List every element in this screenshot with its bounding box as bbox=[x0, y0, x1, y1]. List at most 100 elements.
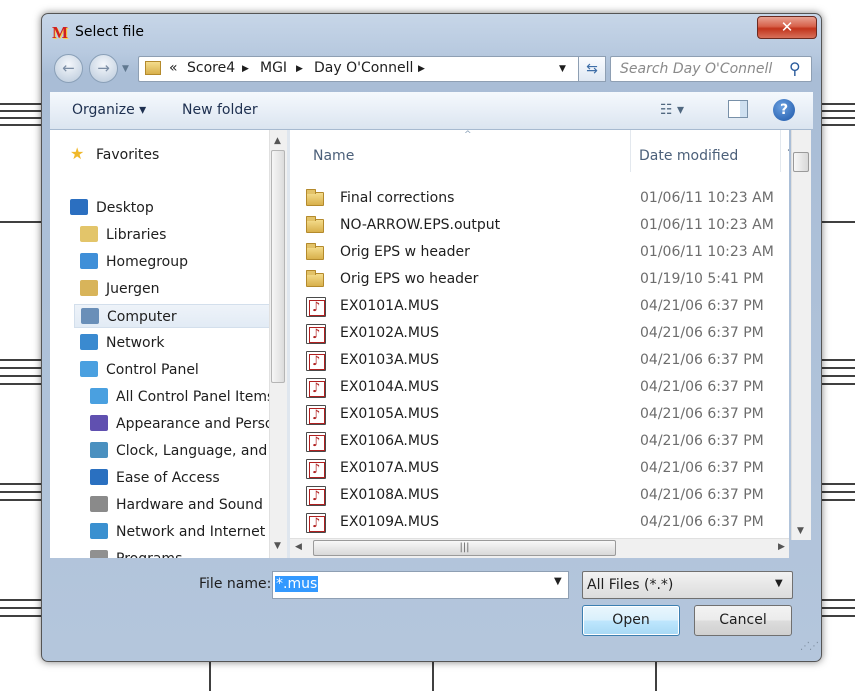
dialog-title: Select file bbox=[75, 24, 144, 40]
column-divider[interactable] bbox=[780, 130, 781, 172]
address-dropdown-icon[interactable]: ▼ bbox=[559, 64, 566, 74]
scroll-down-icon[interactable]: ▼ bbox=[797, 526, 804, 536]
file-date: 01/19/10 5:41 PM bbox=[640, 271, 764, 287]
close-button[interactable]: ✕ bbox=[757, 16, 817, 39]
file-row[interactable]: Orig EPS wo header01/19/10 5:41 PMF bbox=[306, 266, 786, 293]
file-name-value[interactable]: *.mus bbox=[275, 576, 319, 592]
file-row[interactable]: EX0106A.MUS04/21/06 6:37 PMF bbox=[306, 428, 786, 456]
file-row[interactable]: Orig EPS w header01/06/11 10:23 AMF bbox=[306, 239, 786, 266]
music-file-icon bbox=[306, 510, 326, 537]
file-row[interactable]: Final corrections01/06/11 10:23 AMF bbox=[306, 185, 786, 212]
file-name: EX0106A.MUS bbox=[340, 433, 440, 449]
nav-item[interactable]: All Control Panel Items bbox=[90, 385, 272, 409]
cancel-button[interactable]: Cancel bbox=[694, 605, 792, 636]
music-file-icon bbox=[306, 456, 326, 483]
file-name: Final corrections bbox=[340, 190, 455, 206]
nav-item[interactable]: Hardware and Sound bbox=[90, 493, 263, 517]
file-list-vertical-scrollbar[interactable] bbox=[791, 130, 811, 540]
breadcrumb-overflow[interactable]: « bbox=[169, 60, 178, 76]
refresh-button[interactable]: ⇆ bbox=[578, 56, 606, 82]
file-name-dropdown-icon[interactable]: ▼ bbox=[553, 576, 563, 587]
organize-button[interactable]: Organize ▾ bbox=[72, 102, 146, 118]
file-row[interactable]: EX0103A.MUS04/21/06 6:37 PMF bbox=[306, 347, 786, 375]
nav-item-label: Clock, Language, and R bbox=[116, 443, 272, 459]
preview-pane-icon[interactable] bbox=[728, 100, 748, 118]
file-type-value: All Files (*.*) bbox=[587, 577, 674, 593]
nav-item[interactable]: Homegroup bbox=[80, 250, 188, 274]
music-file-icon bbox=[306, 321, 326, 348]
file-name: EX0105A.MUS bbox=[340, 406, 440, 422]
app-logo-icon: M bbox=[52, 23, 69, 42]
breadcrumb-mgi[interactable]: MGI bbox=[260, 60, 287, 76]
file-name-input[interactable]: *.mus ▼ bbox=[272, 571, 569, 599]
scroll-down-icon[interactable]: ▼ bbox=[274, 541, 281, 551]
nav-item-label: Libraries bbox=[106, 227, 167, 243]
nav-item[interactable]: Programs bbox=[90, 547, 182, 558]
computer-icon bbox=[81, 308, 99, 324]
new-folder-button[interactable]: New folder bbox=[182, 102, 258, 118]
file-list-horizontal-thumb[interactable]: ||| bbox=[313, 540, 616, 556]
file-row[interactable]: EX0107A.MUS04/21/06 6:37 PMF bbox=[306, 455, 786, 483]
file-row[interactable]: NO-ARROW.EPS.output01/06/11 10:23 AMF bbox=[306, 212, 786, 239]
nav-item[interactable]: Juergen bbox=[80, 277, 160, 301]
network-icon bbox=[80, 334, 98, 350]
nav-item[interactable]: Computer bbox=[74, 304, 272, 328]
file-name: EX0109A.MUS bbox=[340, 514, 440, 530]
scroll-left-icon[interactable]: ◀ bbox=[295, 542, 302, 552]
control-panel-items-icon bbox=[90, 388, 108, 404]
file-date: 04/21/06 6:37 PM bbox=[640, 379, 764, 395]
breadcrumb-score4[interactable]: Score4 bbox=[187, 60, 235, 76]
file-date: 04/21/06 6:37 PM bbox=[640, 487, 764, 503]
nav-item[interactable]: Network and Internet bbox=[90, 520, 265, 544]
file-type-select[interactable]: All Files (*.*) ▼ bbox=[582, 571, 793, 599]
chevron-down-icon[interactable]: ▼ bbox=[775, 578, 783, 589]
file-date: 01/06/11 10:23 AM bbox=[640, 190, 774, 206]
sort-ascending-icon: ^ bbox=[464, 130, 472, 140]
control-panel-icon bbox=[80, 361, 98, 377]
open-button[interactable]: Open bbox=[582, 605, 680, 636]
view-options-icon[interactable]: ☷ ▾ bbox=[660, 102, 684, 118]
network-internet-icon bbox=[90, 523, 108, 539]
breadcrumb-day-oconnell[interactable]: Day O'Connell bbox=[314, 60, 413, 76]
nav-item[interactable]: Network bbox=[80, 331, 164, 355]
nav-item[interactable]: Libraries bbox=[80, 223, 166, 247]
clock-icon bbox=[90, 442, 108, 458]
folder-icon bbox=[306, 189, 324, 206]
back-button[interactable]: ← bbox=[54, 54, 83, 83]
file-row[interactable]: EX0109A.MUS04/21/06 6:37 PMF bbox=[306, 509, 786, 537]
music-file-icon bbox=[306, 375, 326, 402]
file-list-vertical-thumb[interactable] bbox=[793, 152, 809, 172]
file-row[interactable]: EX0102A.MUS04/21/06 6:37 PMF bbox=[306, 320, 786, 348]
search-icon[interactable]: ⚲ bbox=[789, 59, 801, 78]
nav-item[interactable]: Ease of Access bbox=[90, 466, 220, 490]
nav-item[interactable]: Clock, Language, and R bbox=[90, 439, 272, 463]
column-header-type[interactable]: T bbox=[788, 148, 789, 164]
scroll-right-icon[interactable]: ▶ bbox=[778, 542, 785, 552]
help-icon[interactable]: ? bbox=[773, 99, 795, 121]
chevron-right-icon[interactable]: ▶ bbox=[296, 64, 303, 74]
search-input[interactable]: Search Day O'Connell ⚲ bbox=[610, 56, 812, 82]
column-divider[interactable] bbox=[630, 130, 631, 172]
chevron-right-icon[interactable]: ▶ bbox=[418, 64, 425, 74]
file-date: 04/21/06 6:37 PM bbox=[640, 298, 764, 314]
column-header-date-modified[interactable]: Date modified bbox=[639, 148, 738, 164]
nav-item[interactable]: Desktop bbox=[70, 196, 154, 220]
file-row[interactable]: EX0108A.MUS04/21/06 6:37 PMF bbox=[306, 482, 786, 510]
nav-item[interactable]: ★ Favorites bbox=[70, 142, 159, 166]
programs-icon bbox=[90, 550, 108, 558]
column-header-name[interactable]: Name bbox=[313, 148, 354, 164]
nav-item[interactable]: Control Panel bbox=[80, 358, 199, 382]
address-bar[interactable]: « Score4 ▶ MGI ▶ Day O'Connell ▶ ▼ bbox=[138, 56, 604, 82]
file-row[interactable]: EX0105A.MUS04/21/06 6:37 PMF bbox=[306, 401, 786, 429]
navigation-scrollbar-thumb[interactable] bbox=[271, 150, 285, 383]
search-placeholder: Search Day O'Connell bbox=[620, 61, 773, 77]
chevron-right-icon[interactable]: ▶ bbox=[242, 64, 249, 74]
recent-locations-icon[interactable]: ▼ bbox=[122, 64, 129, 74]
file-row[interactable]: EX0101A.MUS04/21/06 6:37 PMF bbox=[306, 293, 786, 321]
file-row[interactable]: EX0104A.MUS04/21/06 6:37 PMF bbox=[306, 374, 786, 402]
scroll-up-icon[interactable]: ▲ bbox=[274, 136, 281, 146]
title-bar: M Select file ✕ bbox=[42, 14, 821, 50]
forward-button[interactable]: → bbox=[89, 54, 118, 83]
resize-grip-icon[interactable]: ⋰⋰ bbox=[800, 641, 819, 652]
nav-item[interactable]: Appearance and Perso bbox=[90, 412, 272, 436]
